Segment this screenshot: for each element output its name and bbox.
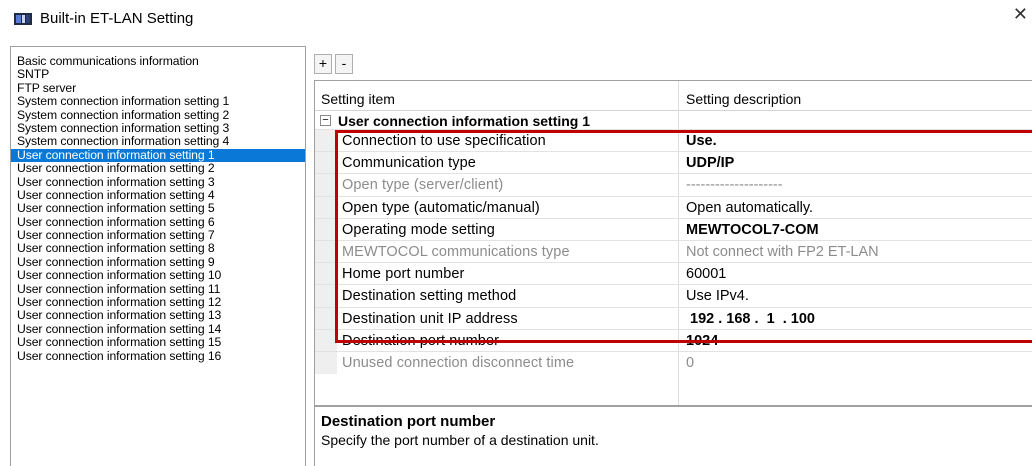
setting-value: 0: [686, 355, 695, 371]
setting-value[interactable]: MEWTOCOL7-COM: [686, 222, 819, 238]
sidebar-item[interactable]: System connection information setting 1: [11, 94, 305, 108]
title-bar: Built-in ET-LAN Setting ✕: [0, 0, 1032, 38]
setting-value[interactable]: UDP/IP: [686, 155, 734, 171]
setting-item-label: Communication type: [342, 155, 476, 172]
description-title: Destination port number: [321, 413, 496, 430]
setting-value[interactable]: 192 . 168 . 1 . 100: [686, 311, 815, 327]
row-indent: [315, 329, 337, 352]
expand-all-button[interactable]: +: [314, 54, 332, 74]
sidebar-item[interactable]: User connection information setting 7: [11, 228, 305, 242]
setting-row[interactable]: Open type (automatic/manual) Open automat…: [315, 195, 1032, 219]
sidebar-item[interactable]: User connection information setting 4: [11, 188, 305, 202]
sidebar-item[interactable]: User connection information setting 3: [11, 175, 305, 189]
setting-row[interactable]: Operating mode setting MEWTOCOL7-COM: [315, 217, 1032, 241]
sidebar-item[interactable]: User connection information setting 9: [11, 255, 305, 269]
sidebar-item[interactable]: FTP server: [11, 81, 305, 95]
app-icon: [14, 13, 32, 25]
sidebar-item[interactable]: User connection information setting 8: [11, 242, 305, 256]
setting-value[interactable]: Use.: [686, 133, 717, 149]
setting-row[interactable]: MEWTOCOL communications type Not connect …: [315, 240, 1032, 263]
description-panel: Destination port number Specify the port…: [314, 406, 1032, 466]
setting-row[interactable]: Destination unit IP address 192 . 168 . …: [315, 306, 1032, 330]
setting-item-label: Connection to use specification: [342, 133, 546, 149]
sidebar-item[interactable]: System connection information setting 3: [11, 121, 305, 135]
setting-value[interactable]: 1024: [686, 333, 718, 349]
close-button[interactable]: ✕: [1008, 4, 1032, 34]
setting-item-label: Destination setting method: [342, 288, 517, 305]
sidebar-item[interactable]: User connection information setting 16: [11, 349, 305, 363]
sidebar-item[interactable]: SNTP: [11, 67, 305, 81]
sidebar-item[interactable]: User connection information setting 11: [11, 282, 305, 296]
row-indent: [315, 218, 337, 241]
collapse-group-icon[interactable]: −: [320, 115, 331, 126]
setting-item-label: Destination port number: [342, 332, 500, 349]
sidebar-item[interactable]: User connection information setting 12: [11, 295, 305, 309]
setting-item-label: MEWTOCOL communications type: [342, 244, 570, 260]
setting-row[interactable]: Open type (server/client) ---------------…: [315, 173, 1032, 197]
sidebar-item[interactable]: System connection information setting 2: [11, 108, 305, 122]
sidebar-item[interactable]: User connection information setting 6: [11, 215, 305, 229]
settings-category-list[interactable]: Basic communications information SNTP FTP …: [10, 46, 306, 466]
sidebar-item[interactable]: User connection information setting 13: [11, 309, 305, 323]
sidebar-item[interactable]: User connection information setting 5: [11, 201, 305, 215]
description-text: Specify the port number of a destination…: [321, 432, 599, 448]
setting-item-label: Operating mode setting: [342, 221, 495, 238]
row-indent: [315, 285, 337, 308]
row-indent: [315, 130, 337, 152]
setting-value[interactable]: 60001: [686, 266, 726, 282]
grid-header: Setting item Setting description: [315, 81, 1032, 111]
row-indent: [315, 241, 337, 263]
setting-row[interactable]: Destination setting method Use IPv4.: [315, 284, 1032, 308]
setting-value: Not connect with FP2 ET-LAN: [686, 244, 879, 260]
row-indent: [315, 352, 337, 374]
sidebar-item[interactable]: User connection information setting 14: [11, 322, 305, 336]
row-indent: [315, 307, 337, 330]
close-icon: ✕: [1012, 4, 1028, 24]
setting-value: --------------------: [686, 177, 783, 194]
settings-grid: Setting item Setting description − User …: [314, 80, 1032, 406]
setting-row[interactable]: Communication type UDP/IP: [315, 151, 1032, 175]
sidebar-item[interactable]: User connection information setting 15: [11, 335, 305, 349]
window-title: Built-in ET-LAN Setting: [40, 10, 194, 27]
setting-row[interactable]: Home port number 60001: [315, 262, 1032, 286]
row-indent: [315, 152, 337, 175]
setting-item-label: Destination unit IP address: [342, 310, 518, 327]
row-indent: [315, 263, 337, 286]
setting-row[interactable]: Unused connection disconnect time 0: [315, 351, 1032, 374]
setting-item-label: Open type (automatic/manual): [342, 199, 540, 216]
sidebar-item[interactable]: Basic communications information: [11, 54, 305, 68]
setting-row[interactable]: Destination port number 1024: [315, 328, 1032, 352]
setting-item-label: Home port number: [342, 266, 465, 283]
group-label: User connection information setting 1: [338, 113, 591, 129]
sidebar-item[interactable]: User connection information setting 10: [11, 268, 305, 282]
row-indent: [315, 196, 337, 219]
setting-item-label: Unused connection disconnect time: [342, 355, 575, 371]
header-setting-description: Setting description: [686, 91, 802, 107]
setting-value[interactable]: Open automatically.: [686, 200, 813, 216]
row-indent: [315, 174, 337, 197]
setting-value[interactable]: Use IPv4.: [686, 288, 749, 304]
setting-row[interactable]: Connection to use specification Use.: [315, 129, 1032, 152]
setting-item-label: Open type (server/client): [342, 177, 504, 194]
header-setting-item: Setting item: [321, 91, 395, 107]
sidebar-item[interactable]: System connection information setting 4: [11, 134, 305, 148]
collapse-all-button[interactable]: -: [335, 54, 353, 74]
group-row: − User connection information setting 1: [315, 111, 1032, 129]
sidebar-item[interactable]: User connection information setting 2: [11, 161, 305, 175]
sidebar-item[interactable]: User connection information setting 1: [11, 148, 305, 163]
